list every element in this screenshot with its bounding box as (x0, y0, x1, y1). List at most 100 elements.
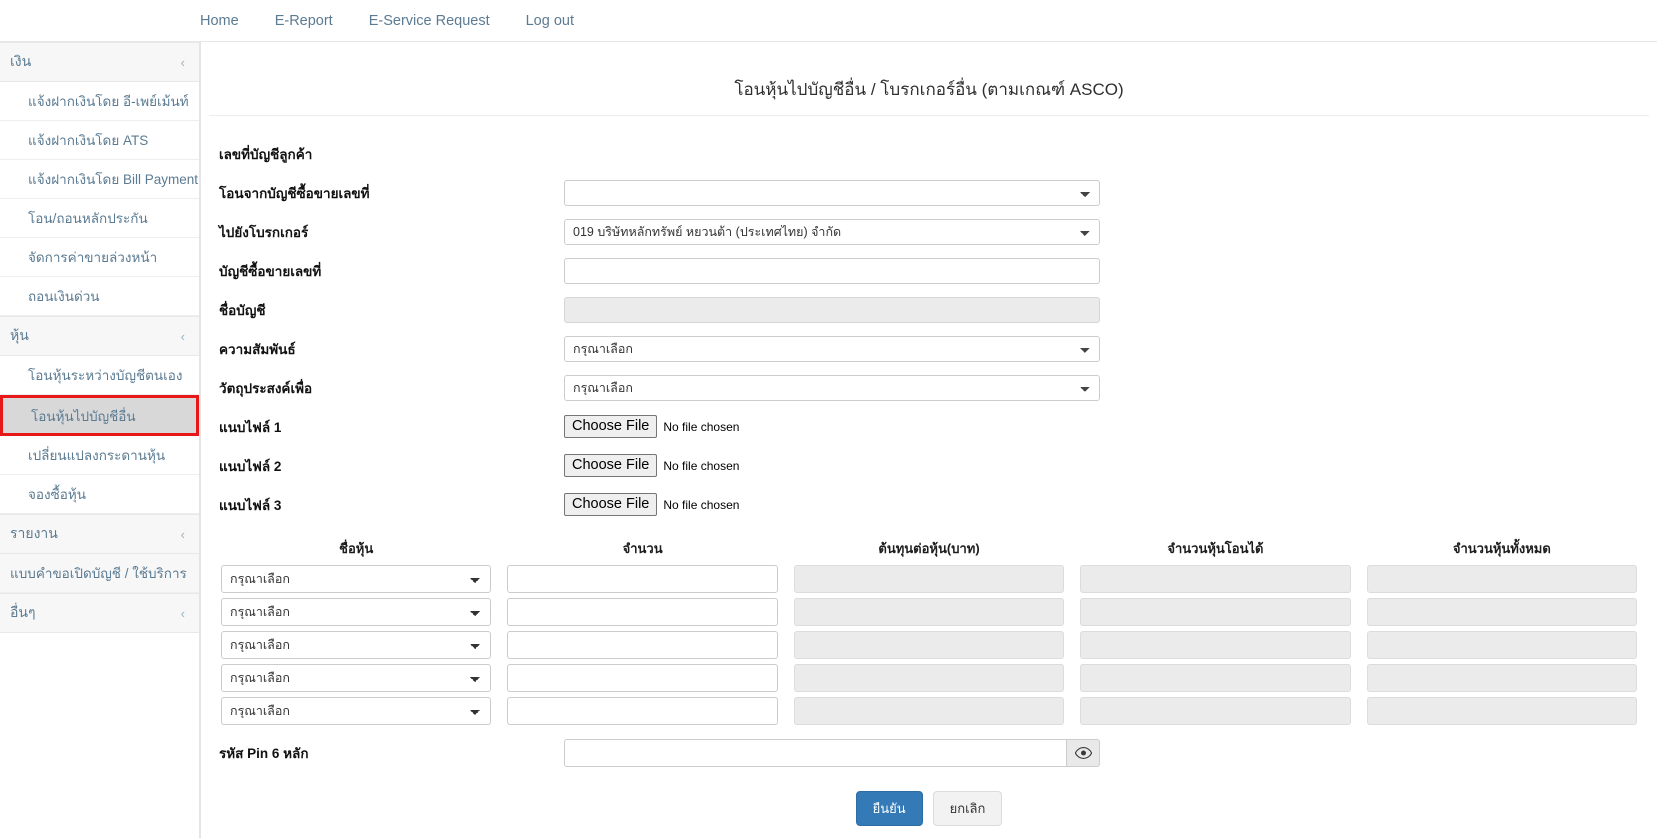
file-status-1: No file chosen (663, 419, 740, 434)
sidebar: เงิน ‹ แจ้งฝากเงินโดย อี-เพย์เม้นท์ แจ้ง… (0, 42, 200, 838)
column-header-total-shares: จำนวนหุ้นทั้งหมด (1452, 541, 1551, 556)
sidebar-item-epayment[interactable]: แจ้งฝากเงินโดย อี-เพย์เม้นท์ (0, 82, 199, 121)
main-content: โอนหุ้นไปบัญชีอื่น / โบรกเกอร์อื่น (ตามเ… (200, 42, 1657, 838)
sidebar-group-money[interactable]: เงิน ‹ (0, 42, 199, 82)
cell-transferable (1072, 697, 1358, 725)
sidebar-item-transfer-own-account[interactable]: โอนหุ้นระหว่างบัญชีตนเอง (0, 356, 199, 395)
cancel-button[interactable]: ยกเลิก (932, 791, 1003, 826)
submit-button[interactable]: ยืนยัน (855, 791, 923, 826)
input-pin[interactable] (564, 739, 1066, 767)
field-row-attach-file-2: แนบไฟล์ 2 Choose File No file chosen (201, 446, 1657, 485)
cell-amount (499, 697, 785, 725)
file-picker-1[interactable]: Choose File No file chosen (564, 414, 1100, 439)
input-account-name (564, 296, 1100, 323)
nav-link-e-service-request[interactable]: E-Service Request (369, 13, 490, 29)
page-title: โอนหุ้นไปบัญชีอื่น / โบรกเกอร์อื่น (ตามเ… (734, 80, 1124, 99)
cell-stock-name: กรุณาเลือก (213, 565, 499, 593)
input-cost-2 (793, 598, 1065, 626)
input-transferable-2 (1080, 598, 1351, 626)
sidebar-item-change-board[interactable]: เปลี่ยนแปลงกระดานหุ้น (0, 436, 199, 475)
cell-total (1359, 631, 1645, 659)
input-target-account[interactable] (564, 257, 1100, 284)
cell-amount (499, 664, 785, 692)
select-stock-name-1[interactable]: กรุณาเลือก (221, 565, 492, 593)
input-transferable-3 (1080, 631, 1351, 659)
field-row-relationship: ความสัมพันธ์ กรุณาเลือก (201, 329, 1657, 368)
select-stock-name-4[interactable]: กรุณาเลือก (221, 664, 492, 692)
field-row-from-account: โอนจากบัญชีซื้อขายเลขที่ (201, 173, 1657, 212)
input-total-4 (1366, 664, 1638, 692)
file-status-2: No file chosen (663, 458, 740, 473)
sidebar-group-stock-label: หุ้น (10, 327, 29, 343)
sidebar-group-others-label: อื่นๆ (10, 604, 36, 620)
top-navbar: Home E-Report E-Service Request Log out (0, 0, 1657, 42)
sidebar-item-express-withdraw[interactable]: ถอนเงินด่วน (0, 277, 199, 316)
label-attach-file-2: แนบไฟล์ 2 (219, 458, 282, 474)
cell-transferable (1072, 631, 1358, 659)
sidebar-group-report-label: รายงาน (10, 525, 58, 541)
sidebar-item-transfer-other-account[interactable]: โอนหุ้นไปบัญชีอื่น (0, 395, 199, 436)
input-amount-4[interactable] (507, 664, 778, 692)
input-amount-1[interactable] (507, 565, 778, 593)
sidebar-group-report[interactable]: รายงาน ‹ (0, 514, 199, 554)
input-cost-3 (793, 631, 1065, 659)
select-stock-name-3[interactable]: กรุณาเลือก (221, 631, 492, 659)
sidebar-item-ats[interactable]: แจ้งฝากเงินโดย ATS (0, 121, 199, 160)
sidebar-group-others[interactable]: อื่นๆ ‹ (0, 593, 199, 633)
table-row: กรุณาเลือก (213, 697, 1645, 725)
sidebar-item-subscribe-shares[interactable]: จองซื้อหุ้น (0, 475, 199, 514)
sidebar-item-advance-sale[interactable]: จัดการค่าขายล่วงหน้า (0, 238, 199, 277)
input-total-5 (1366, 697, 1638, 725)
field-row-attach-file-3: แนบไฟล์ 3 Choose File No file chosen (201, 485, 1657, 524)
nav-link-log-out[interactable]: Log out (526, 13, 574, 29)
select-purpose[interactable]: กรุณาเลือก (564, 374, 1100, 401)
select-from-account[interactable] (564, 179, 1100, 206)
cell-total (1359, 598, 1645, 626)
cell-stock-name: กรุณาเลือก (213, 598, 499, 626)
choose-file-button-3[interactable]: Choose File (564, 492, 658, 517)
eye-icon[interactable] (1066, 739, 1100, 767)
cell-cost (786, 631, 1072, 659)
input-amount-2[interactable] (507, 598, 778, 626)
table-row: กรุณาเลือก (213, 664, 1645, 692)
stock-transfer-table: ชื่อหุ้น จำนวน ต้นทุนต่อหุ้น(บาท) จำนวนห… (201, 538, 1657, 725)
table-row: กรุณาเลือก (213, 598, 1645, 626)
sidebar-item-bill-payment[interactable]: แจ้งฝากเงินโดย Bill Payment (0, 160, 199, 199)
cell-amount (499, 565, 785, 593)
field-row-purpose: วัตถุประสงค์เพื่อ กรุณาเลือก (201, 368, 1657, 407)
input-amount-3[interactable] (507, 631, 778, 659)
label-purpose: วัตถุประสงค์เพื่อ (219, 380, 313, 396)
title-divider (209, 115, 1649, 116)
input-transferable-4 (1080, 664, 1351, 692)
select-stock-name-5[interactable]: กรุณาเลือก (221, 697, 492, 725)
table-row: กรุณาเลือก (213, 631, 1645, 659)
nav-link-e-report[interactable]: E-Report (275, 13, 333, 29)
select-to-broker[interactable]: 019 บริษัทหลักทรัพย์ หยวนต้า (ประเทศไทย)… (564, 218, 1100, 245)
chevron-left-icon: ‹ (180, 605, 185, 621)
pin-row: รหัส Pin 6 หลัก (201, 731, 1657, 775)
select-stock-name-2[interactable]: กรุณาเลือก (221, 598, 492, 626)
cell-total (1359, 664, 1645, 692)
cell-transferable (1072, 598, 1358, 626)
column-header-amount: จำนวน (622, 541, 663, 556)
column-header-transferable-shares: จำนวนหุ้นโอนได้ (1167, 541, 1264, 556)
cell-amount (499, 598, 785, 626)
sidebar-item-account-opening-form[interactable]: แบบคำขอเปิดบัญชี / ใช้บริการ (0, 554, 199, 593)
select-relationship[interactable]: กรุณาเลือก (564, 335, 1100, 362)
sidebar-group-stock[interactable]: หุ้น ‹ (0, 316, 199, 356)
file-picker-2[interactable]: Choose File No file chosen (564, 453, 1100, 478)
page-root: Home E-Report E-Service Request Log out … (0, 0, 1657, 838)
file-picker-3[interactable]: Choose File No file chosen (564, 492, 1100, 517)
input-amount-5[interactable] (507, 697, 778, 725)
nav-link-home[interactable]: Home (200, 13, 239, 29)
choose-file-button-2[interactable]: Choose File (564, 453, 658, 478)
choose-file-button-1[interactable]: Choose File (564, 414, 658, 439)
field-row-account-name: ชื่อบัญชี (201, 290, 1657, 329)
cell-transferable (1072, 664, 1358, 692)
sidebar-item-collateral[interactable]: โอน/ถอนหลักประกัน (0, 199, 199, 238)
input-transferable-5 (1080, 697, 1351, 725)
input-cost-5 (793, 697, 1065, 725)
cell-stock-name: กรุณาเลือก (213, 697, 499, 725)
table-row: กรุณาเลือก (213, 565, 1645, 593)
cell-cost (786, 565, 1072, 593)
